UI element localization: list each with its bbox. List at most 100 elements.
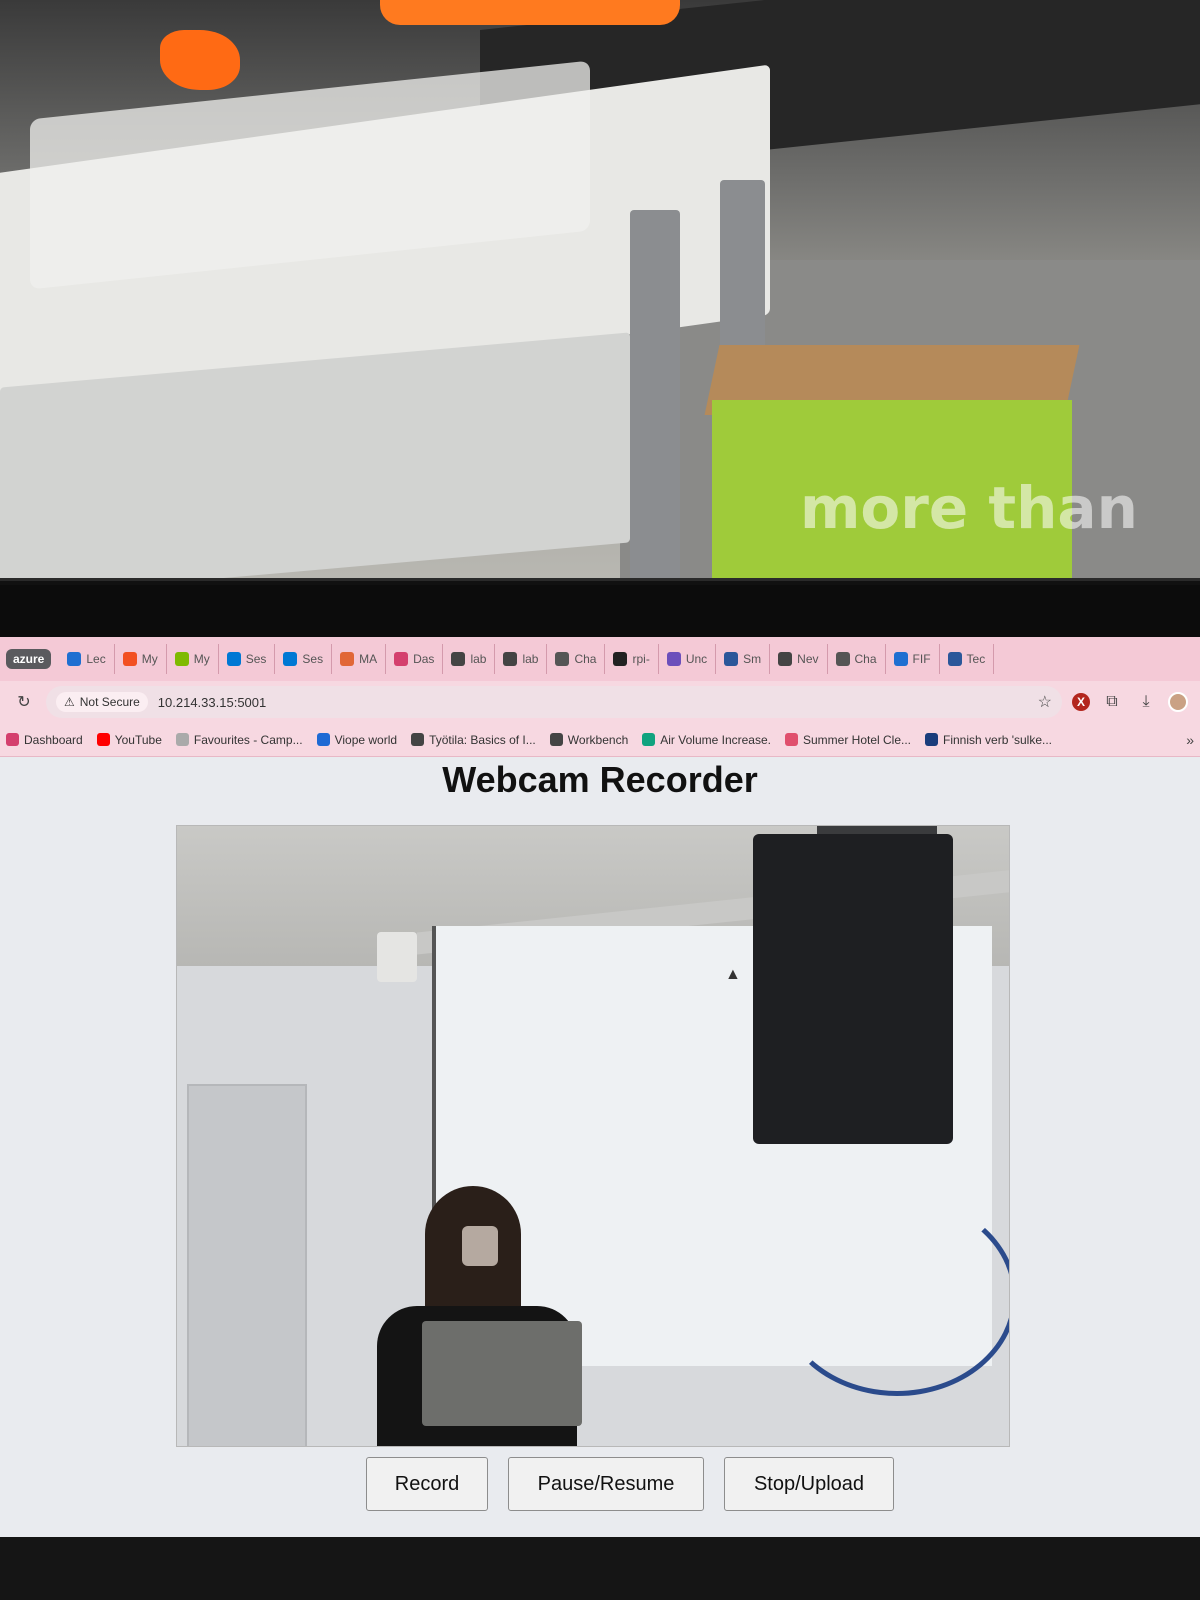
github-icon [613,652,628,666]
onedrive-icon [893,652,908,666]
tab-label: lab [470,652,487,666]
tab-label: Cha [574,652,597,666]
youtube-icon [96,733,110,746]
bookmark-label: Työtila: Basics of I... [429,732,536,747]
tab-strip: azure Lec My My Ses Ses MA Das lab lab Cha rpi- Unc… [0,637,1200,681]
browser-tab[interactable]: Tec [940,644,995,674]
orange-cloth [380,0,680,25]
chatgpt-icon [835,652,850,666]
bookmarks-bar: Dashboard YouTube Favourites - Camp... Viop… [0,723,1200,757]
address-bar[interactable]: ⚠ Not Secure 10.214.33.15:5001 ☆ [46,686,1062,718]
browser-tab[interactable]: Lec [59,644,115,674]
browser-tab[interactable]: MA [332,644,387,674]
security-label: Not Secure [79,695,140,709]
laptop-camera-strip [0,585,1200,637]
azure-icon [226,652,241,666]
tab-group-label[interactable]: azure [6,649,52,669]
browser-tab[interactable]: Sm [716,644,771,674]
browser-tab[interactable]: My [115,644,167,674]
bookmark-item[interactable]: Workbench [549,732,629,747]
download-icon[interactable]: ⤓ [1134,690,1158,714]
browser-tab[interactable]: rpi- [605,644,659,674]
browser-tab[interactable]: Cha [828,644,886,674]
tab-label: Sm [743,652,762,666]
browser-tab[interactable]: Das [386,644,444,674]
globe-icon [451,652,466,666]
laptop-screen: azure Lec My My Ses Ses MA Das lab lab Cha rpi- Unc… [0,637,1200,1537]
bookmark-label: Air Volume Increase. [660,732,771,747]
more-bookmarks-icon[interactable]: » [1186,732,1194,748]
background-room: more than [0,0,1200,585]
microsoft-icon [122,652,137,666]
bookmark-icon [925,733,939,746]
tab-label: Tec [966,652,986,666]
bookmark-item[interactable]: YouTube [96,733,162,747]
tab-label: Cha [854,652,877,666]
bookmark-label: Workbench [567,732,629,747]
tab-label: lab [522,652,539,666]
bookmark-label: Finnish verb 'sulke... [943,732,1053,747]
recorder-controls: Record Pause/Resume Stop/Upload [0,1457,1200,1511]
azure-icon [283,652,298,666]
browser-tab[interactable]: Nev [770,644,828,674]
browser-tab[interactable]: lab [495,644,548,674]
browser-tab[interactable]: FIF [886,644,940,674]
url-text[interactable]: 10.214.33.15:5001 [158,695,266,710]
globe-icon [503,652,518,666]
bookmark-item[interactable]: Työtila: Basics of I... [411,733,536,747]
mouse-cursor-icon: ▲ [725,966,741,983]
browser-tab[interactable]: Cha [547,644,606,674]
word-icon [724,652,739,666]
bookmark-item[interactable]: Viope world [316,732,398,747]
orange-object [160,30,240,90]
bookmark-label: Viope world [334,732,398,747]
browser-tab[interactable]: Ses [275,644,333,674]
video-laptop [422,1321,582,1426]
video-speaker [377,932,417,982]
word-icon [947,652,962,666]
table-leg [630,210,680,585]
extensions-puzzle-icon[interactable]: ⧉ [1100,690,1124,714]
tab-label: FIF [912,652,931,666]
tab-label: Das [413,652,435,666]
browser-toolbar: ↻ ⚠ Not Secure 10.214.33.15:5001 ☆ X ⧉ ⤓ [0,681,1200,723]
pause-resume-button[interactable]: Pause/Resume [508,1457,704,1511]
record-button[interactable]: Record [366,1457,488,1511]
warning-icon: ⚠ [64,695,75,709]
tab-label: Ses [245,652,267,666]
browser-tab[interactable]: Ses [219,644,276,674]
bookmark-item[interactable]: Dashboard [6,733,83,747]
tab-label: Unc [685,652,708,666]
bookmark-item[interactable]: Summer Hotel Cle... [784,733,911,747]
chatgpt-icon [642,733,656,746]
s-icon [6,733,19,746]
globe-icon [778,652,793,666]
webcam-recorder-page: Webcam Recorder ▲ Record Pause/Resume St… [0,757,1200,1537]
profile-avatar[interactable] [1168,692,1188,712]
browser-tab[interactable]: lab [443,644,496,674]
purple-icon [666,652,681,666]
tab-label: Ses [302,652,324,666]
bookmark-star-icon[interactable]: ☆ [1038,692,1052,712]
video-phone [462,1226,498,1266]
bookmark-item[interactable]: Air Volume Increase. [642,733,771,747]
browser-tab[interactable]: My [167,644,219,674]
tab-label: My [141,652,158,666]
page-title: Webcam Recorder [442,759,758,800]
tab-label: Nev [797,652,819,666]
reload-icon[interactable]: ↻ [12,690,36,714]
heart-icon [784,733,798,746]
bookmark-label: Favourites - Camp... [193,732,303,747]
video-cable [777,1196,1009,1396]
bookmark-item[interactable]: Favourites - Camp... [175,732,303,747]
browser-tab[interactable]: Unc [659,644,717,674]
security-chip[interactable]: ⚠ Not Secure [56,692,148,712]
tab-label: My [193,652,210,666]
extension-x-icon[interactable]: X [1072,693,1090,711]
microsoft-icon [174,652,189,666]
cloud-icon [175,733,189,746]
bookmark-item[interactable]: Finnish verb 'sulke... [925,733,1052,747]
video-door [187,1084,307,1446]
stop-upload-button[interactable]: Stop/Upload [724,1457,894,1511]
check-icon [316,733,330,746]
